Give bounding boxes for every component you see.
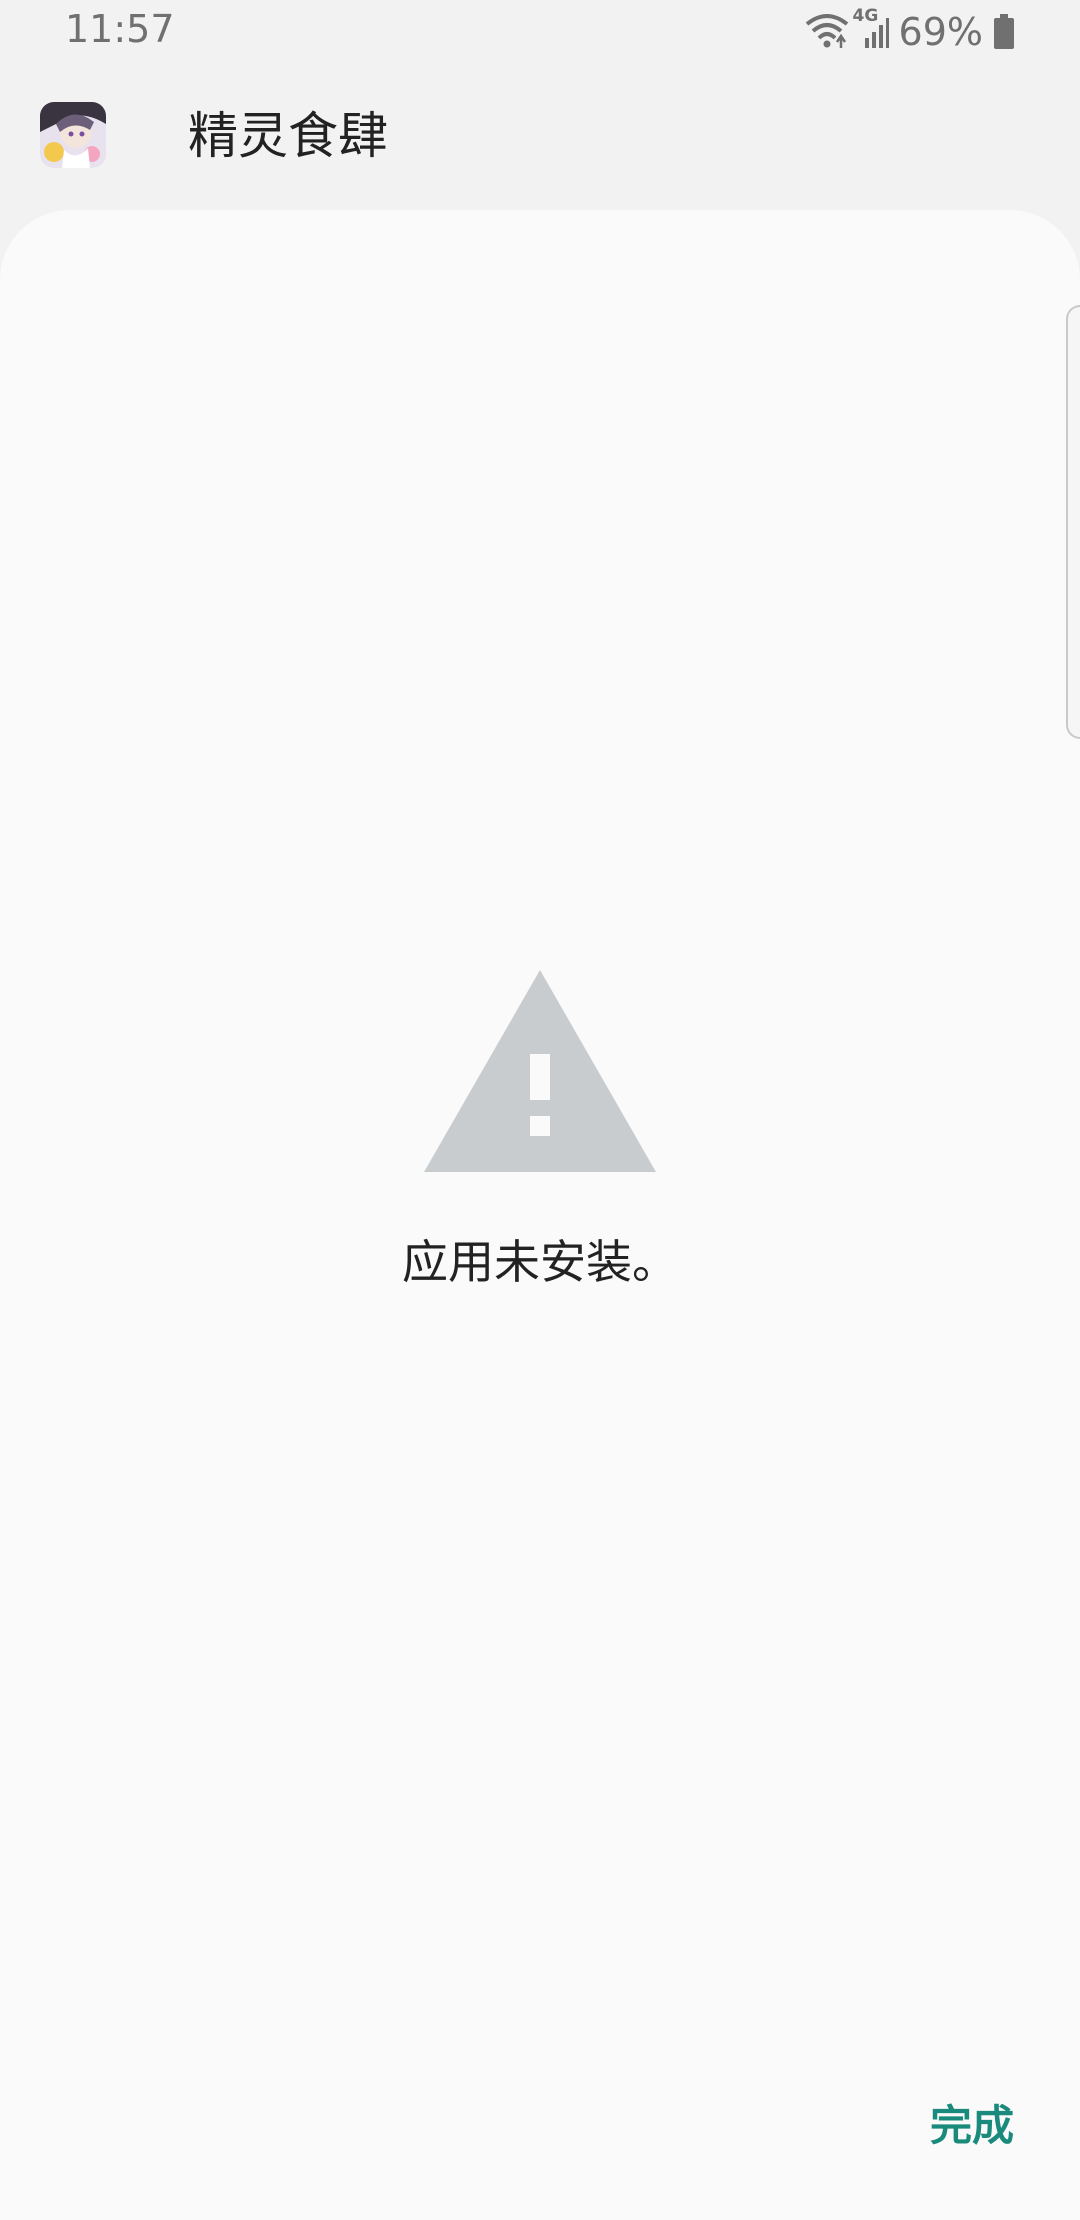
app-title: 精灵食肆 — [188, 107, 388, 165]
warning-icon — [424, 970, 656, 1174]
content-card — [0, 210, 1080, 2220]
scroll-handle[interactable] — [1066, 305, 1080, 739]
status-icons: 4G 69% — [805, 8, 1015, 54]
status-bar: 11:57 4G 69% — [0, 0, 1080, 66]
signal-icon: 4G — [853, 8, 889, 52]
wifi-icon — [805, 12, 849, 52]
battery-icon — [993, 14, 1015, 50]
battery-percent: 69% — [898, 10, 983, 54]
status-message: 应用未安装。 — [402, 1235, 678, 1289]
app-header: 精灵食肆 — [0, 66, 1080, 210]
done-button[interactable]: 完成 — [926, 2096, 1018, 2156]
status-time: 11:57 — [65, 7, 175, 51]
app-icon — [40, 102, 106, 168]
